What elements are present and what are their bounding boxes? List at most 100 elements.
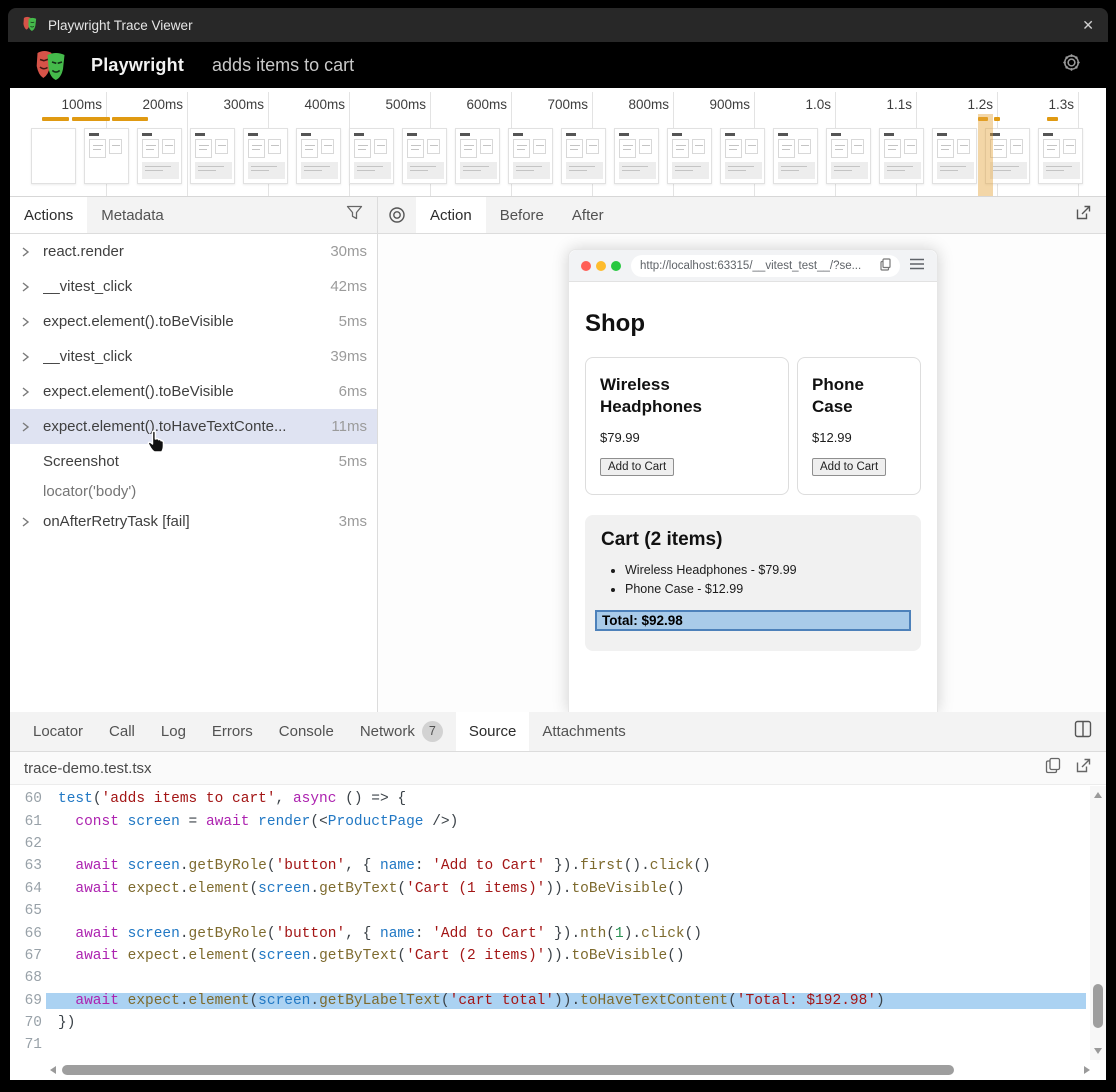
action-row[interactable]: expect.element().toBeVisible5ms bbox=[10, 304, 377, 339]
thumb-product-box bbox=[798, 139, 811, 154]
action-row[interactable]: expect.element().toHaveTextConte...11ms bbox=[10, 409, 377, 444]
tab-console[interactable]: Console bbox=[266, 712, 347, 751]
code-text: }) bbox=[46, 1015, 1086, 1031]
timeline-thumbnail[interactable] bbox=[508, 128, 553, 184]
scroll-up-arrow-icon[interactable] bbox=[1094, 792, 1102, 798]
timeline-thumbnail[interactable] bbox=[932, 128, 977, 184]
open-source-external-icon[interactable] bbox=[1075, 757, 1092, 779]
scroll-down-arrow-icon[interactable] bbox=[1094, 1048, 1102, 1054]
timeline-action-bar bbox=[1047, 117, 1058, 121]
timeline-thumbnail[interactable] bbox=[561, 128, 606, 184]
timeline-thumbnail[interactable] bbox=[296, 128, 341, 184]
action-duration: 39ms bbox=[322, 348, 367, 365]
timeline-thumbnail[interactable] bbox=[826, 128, 871, 184]
timeline-thumbnail[interactable] bbox=[614, 128, 659, 184]
tab-label: Source bbox=[469, 723, 517, 740]
tab-log[interactable]: Log bbox=[148, 712, 199, 751]
timeline-thumbnail[interactable] bbox=[667, 128, 712, 184]
add-to-cart-button[interactable]: Add to Cart bbox=[812, 458, 886, 476]
chevron-right-icon[interactable] bbox=[20, 386, 43, 398]
window-title: Playwright Trace Viewer bbox=[48, 18, 193, 33]
vertical-scroll-thumb[interactable] bbox=[1093, 984, 1103, 1028]
source-file-bar: trace-demo.test.tsx bbox=[10, 752, 1106, 785]
thumb-cart-box bbox=[990, 162, 1027, 179]
window-close-button[interactable]: ✕ bbox=[1082, 17, 1094, 34]
thumb-product-box bbox=[778, 139, 795, 158]
chevron-right-icon[interactable] bbox=[20, 516, 43, 528]
chevron-right-icon[interactable] bbox=[20, 351, 43, 363]
tab-call[interactable]: Call bbox=[96, 712, 148, 751]
cart-items-list: Wireless Headphones - $79.99Phone Case -… bbox=[601, 561, 905, 600]
tab-metadata[interactable]: Metadata bbox=[87, 197, 178, 233]
thumb-product-box bbox=[89, 139, 106, 158]
copy-source-icon[interactable] bbox=[1045, 757, 1061, 779]
chevron-right-icon[interactable] bbox=[20, 281, 43, 293]
code-line: 62 bbox=[10, 833, 1090, 855]
line-number: 61 bbox=[10, 814, 46, 830]
tab-label: Errors bbox=[212, 723, 253, 740]
scroll-left-arrow-icon[interactable] bbox=[50, 1066, 56, 1074]
open-snapshot-external-icon[interactable] bbox=[1075, 204, 1092, 226]
url-bar[interactable]: http://localhost:63315/__vitest_test__/?… bbox=[631, 255, 900, 277]
code-line: 63 await screen.getByRole('button', { na… bbox=[10, 855, 1090, 877]
pointer-cursor-icon bbox=[147, 428, 169, 459]
timeline-thumbnail[interactable] bbox=[349, 128, 394, 184]
tab-actions[interactable]: Actions bbox=[10, 197, 87, 233]
line-number: 67 bbox=[10, 948, 46, 964]
action-row[interactable]: expect.element().toBeVisible6ms bbox=[10, 374, 377, 409]
copy-url-icon[interactable] bbox=[880, 258, 891, 274]
thumb-product-box bbox=[851, 139, 864, 154]
split-view-icon[interactable] bbox=[1074, 720, 1092, 743]
timeline-thumbnail[interactable] bbox=[455, 128, 500, 184]
source-code[interactable]: 60test('adds items to cart', async () =>… bbox=[10, 786, 1090, 1060]
timeline-thumbnail[interactable] bbox=[190, 128, 235, 184]
timeline-thumbnail[interactable] bbox=[879, 128, 924, 184]
tab-source[interactable]: Source bbox=[456, 712, 530, 751]
browser-menu-icon[interactable] bbox=[909, 257, 925, 275]
action-row[interactable]: __vitest_click39ms bbox=[10, 339, 377, 374]
horizontal-scroll-thumb[interactable] bbox=[62, 1065, 954, 1075]
action-row[interactable]: __vitest_click42ms bbox=[10, 269, 377, 304]
filter-icon[interactable] bbox=[346, 205, 363, 225]
vertical-scrollbar[interactable] bbox=[1090, 786, 1106, 1060]
settings-gear-icon[interactable] bbox=[1061, 52, 1082, 78]
tab-after[interactable]: After bbox=[558, 197, 618, 233]
tab-attachments[interactable]: Attachments bbox=[529, 712, 638, 751]
pick-locator-target-icon[interactable] bbox=[378, 197, 416, 233]
tab-network[interactable]: Network7 bbox=[347, 712, 456, 751]
action-locator-subtext: locator('body') bbox=[10, 479, 377, 504]
timeline-thumbnail[interactable] bbox=[720, 128, 765, 184]
action-row[interactable]: Screenshot5ms bbox=[10, 444, 377, 479]
tab-before[interactable]: Before bbox=[486, 197, 558, 233]
horizontal-scrollbar[interactable] bbox=[50, 1063, 1090, 1077]
action-row[interactable]: onAfterRetryTask [fail]3ms bbox=[10, 504, 377, 539]
tab-action[interactable]: Action bbox=[416, 197, 486, 233]
timeline-thumbnail[interactable] bbox=[137, 128, 182, 184]
thumb-cart-box bbox=[248, 162, 285, 179]
browser-snapshot-window: http://localhost:63315/__vitest_test__/?… bbox=[568, 249, 938, 712]
thumb-title-bar bbox=[831, 133, 841, 136]
action-row[interactable]: react.render30ms bbox=[10, 234, 377, 269]
snapshot-panel: ActionBeforeAfter http://localhost:63315… bbox=[378, 196, 1106, 712]
thumb-cart-box bbox=[619, 162, 656, 179]
chevron-right-icon[interactable] bbox=[20, 246, 43, 258]
timeline-thumbnail[interactable] bbox=[243, 128, 288, 184]
timeline-thumbnail[interactable] bbox=[773, 128, 818, 184]
thumb-title-bar bbox=[354, 133, 364, 136]
tab-label: Locator bbox=[33, 723, 83, 740]
chevron-right-icon[interactable] bbox=[20, 316, 43, 328]
tab-locator[interactable]: Locator bbox=[20, 712, 96, 751]
thumb-title-bar bbox=[1043, 133, 1053, 136]
chevron-right-icon[interactable] bbox=[20, 421, 43, 433]
tab-errors[interactable]: Errors bbox=[199, 712, 266, 751]
timeline-thumbnail[interactable] bbox=[84, 128, 129, 184]
scroll-right-arrow-icon[interactable] bbox=[1084, 1066, 1090, 1074]
timeline-thumbnail[interactable] bbox=[1038, 128, 1083, 184]
snapshot-tabbar: ActionBeforeAfter bbox=[378, 197, 1106, 234]
code-text: await expect.element(screen.getByText('C… bbox=[46, 948, 1086, 964]
product-card: Phone Case $12.99 Add to Cart bbox=[797, 357, 921, 495]
add-to-cart-button[interactable]: Add to Cart bbox=[600, 458, 674, 476]
timeline-thumbnail[interactable] bbox=[402, 128, 447, 184]
timeline-thumbnail[interactable] bbox=[31, 128, 76, 184]
timeline[interactable]: 100ms200ms300ms400ms500ms600ms700ms800ms… bbox=[10, 88, 1106, 196]
